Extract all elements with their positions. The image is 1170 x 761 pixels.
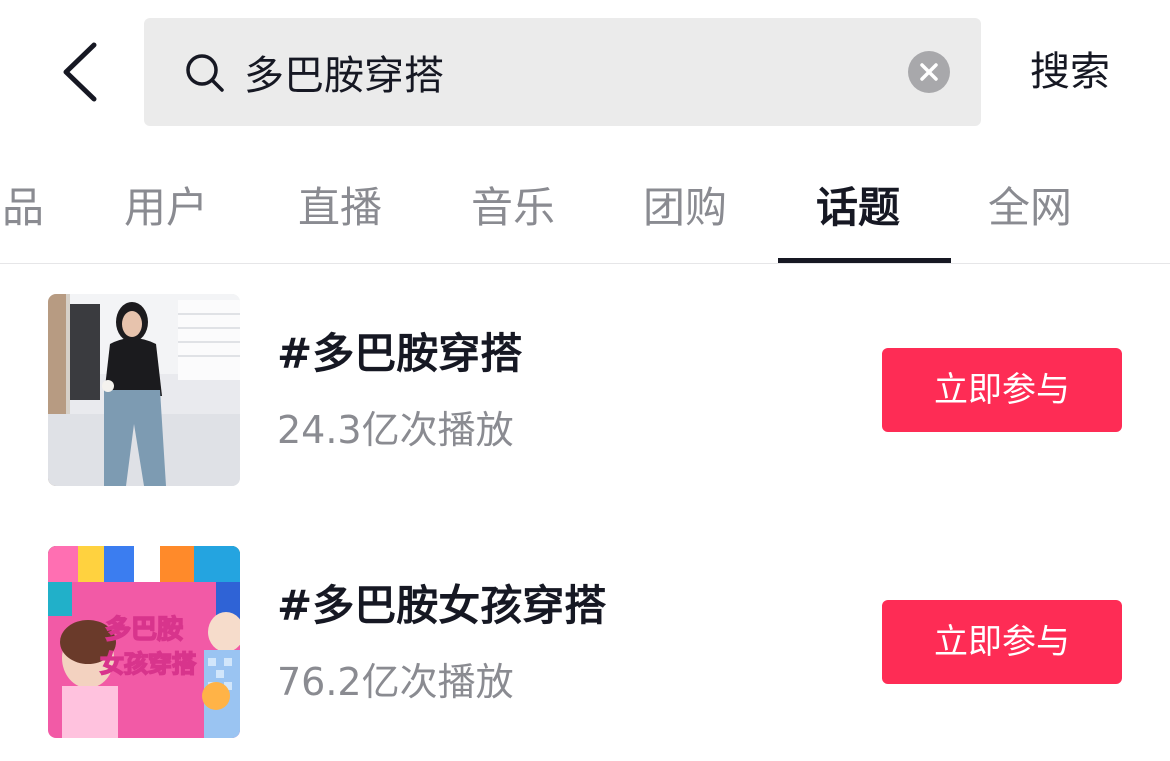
back-button[interactable] <box>52 38 108 106</box>
divider <box>0 263 1170 264</box>
join-topic-button[interactable]: 立即参与 <box>882 600 1122 684</box>
topic-list-item[interactable]: #多巴胺穿搭 24.3亿次播放 立即参与 <box>0 294 1170 486</box>
tab-group-buy[interactable]: 团购 <box>643 180 727 236</box>
join-topic-button[interactable]: 立即参与 <box>882 348 1122 432</box>
tab-topics[interactable]: 话题 <box>816 180 900 236</box>
topic-play-count: 76.2亿次播放 <box>277 660 514 704</box>
tab-users[interactable]: 用户 <box>124 180 208 236</box>
svg-text:多巴胺: 多巴胺 <box>105 615 183 645</box>
category-tabs: 品 用户 直播 音乐 团购 话题 全网 <box>0 160 1170 264</box>
topic-thumbnail: 多巴胺 女孩穿搭 <box>48 546 240 738</box>
search-icon <box>186 54 224 92</box>
topic-play-count: 24.3亿次播放 <box>277 408 514 452</box>
tab-music[interactable]: 音乐 <box>471 180 555 236</box>
topic-list-item[interactable]: 多巴胺 女孩穿搭 #多巴胺女孩穿搭 76.2亿次播放 立即参与 <box>0 546 1170 738</box>
tab-live[interactable]: 直播 <box>298 180 382 236</box>
svg-text:女孩穿搭: 女孩穿搭 <box>100 650 196 678</box>
search-input[interactable] <box>244 42 884 102</box>
topic-title: #多巴胺穿搭 <box>277 329 523 378</box>
search-bar[interactable] <box>144 18 981 126</box>
tab-all-web[interactable]: 全网 <box>988 180 1072 236</box>
search-submit-button[interactable]: 搜索 <box>1030 44 1110 100</box>
topic-thumbnail <box>48 294 240 486</box>
clear-search-button[interactable] <box>908 51 950 93</box>
topic-title: #多巴胺女孩穿搭 <box>277 581 607 630</box>
tab-products[interactable]: 品 <box>2 180 44 236</box>
close-icon <box>920 63 938 81</box>
chevron-left-icon <box>63 42 97 102</box>
